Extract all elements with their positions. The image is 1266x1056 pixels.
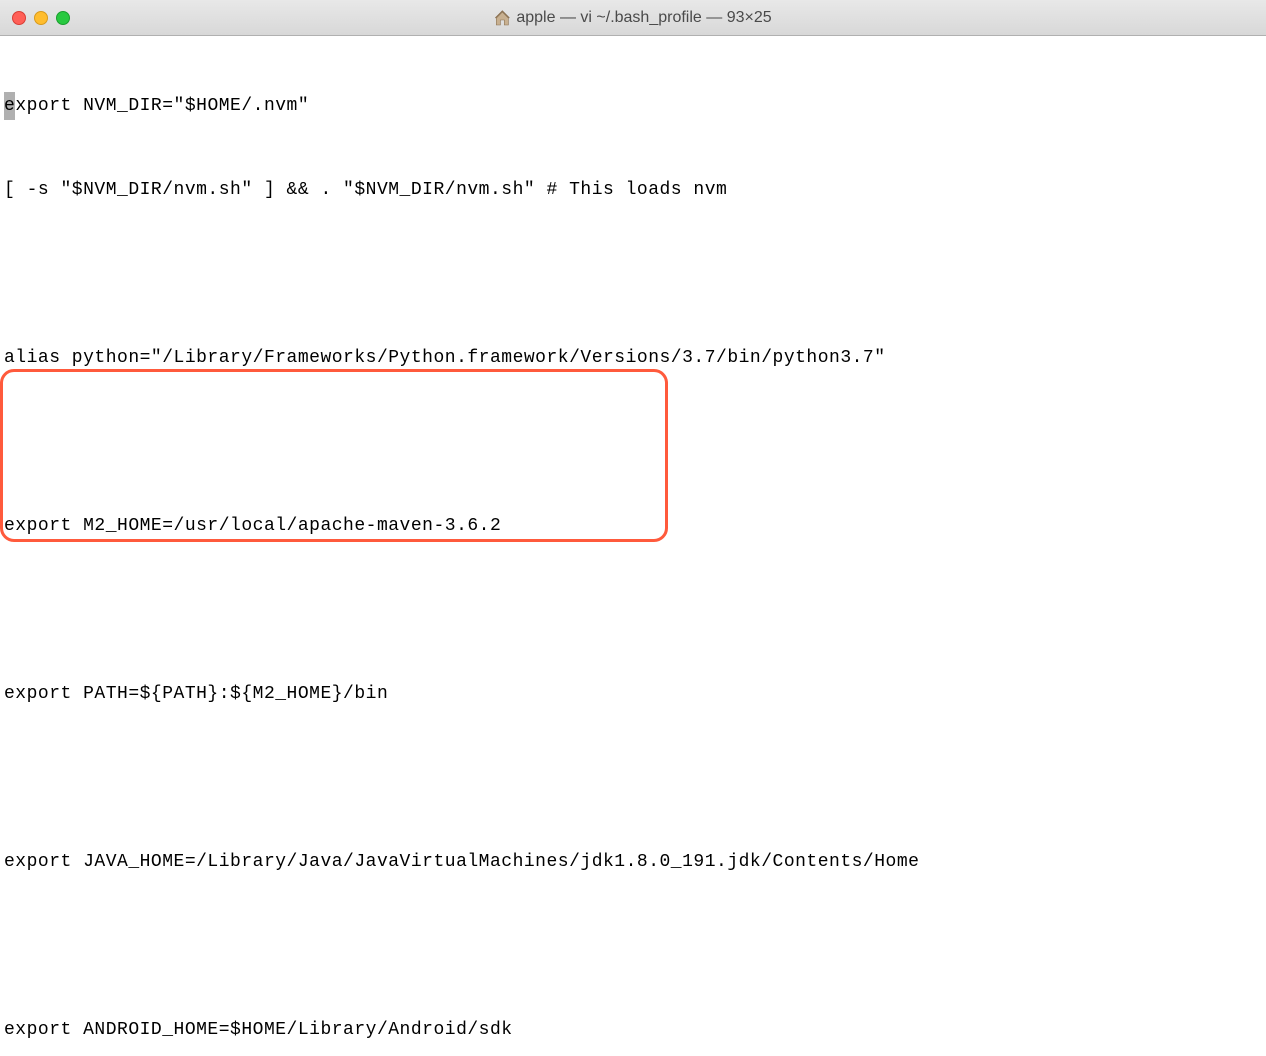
close-button[interactable] — [12, 11, 26, 25]
home-icon — [494, 10, 510, 26]
editor-line — [0, 764, 1266, 792]
traffic-lights — [0, 11, 70, 25]
minimize-button[interactable] — [34, 11, 48, 25]
editor-line: [ -s "$NVM_DIR/nvm.sh" ] && . "$NVM_DIR/… — [0, 176, 1266, 204]
titlebar[interactable]: apple — vi ~/.bash_profile — 93×25 — [0, 0, 1266, 36]
editor-line — [0, 260, 1266, 288]
editor-line: export M2_HOME=/usr/local/apache-maven-3… — [0, 512, 1266, 540]
terminal-content[interactable]: export NVM_DIR="$HOME/.nvm" [ -s "$NVM_D… — [0, 36, 1266, 1056]
line-text: xport NVM_DIR="$HOME/.nvm" — [15, 96, 309, 116]
cursor: e — [4, 92, 15, 120]
editor-line: export NVM_DIR="$HOME/.nvm" — [0, 92, 1266, 120]
zoom-button[interactable] — [56, 11, 70, 25]
editor-line: export ANDROID_HOME=$HOME/Library/Androi… — [0, 1016, 1266, 1044]
window-title-text: apple — vi ~/.bash_profile — 93×25 — [516, 9, 771, 27]
editor-line — [0, 428, 1266, 456]
editor-line: alias python="/Library/Frameworks/Python… — [0, 344, 1266, 372]
window-title: apple — vi ~/.bash_profile — 93×25 — [494, 9, 771, 27]
editor-line: export PATH=${PATH}:${M2_HOME}/bin — [0, 680, 1266, 708]
editor-line — [0, 932, 1266, 960]
editor-line — [0, 596, 1266, 624]
editor-line: export JAVA_HOME=/Library/Java/JavaVirtu… — [0, 848, 1266, 876]
